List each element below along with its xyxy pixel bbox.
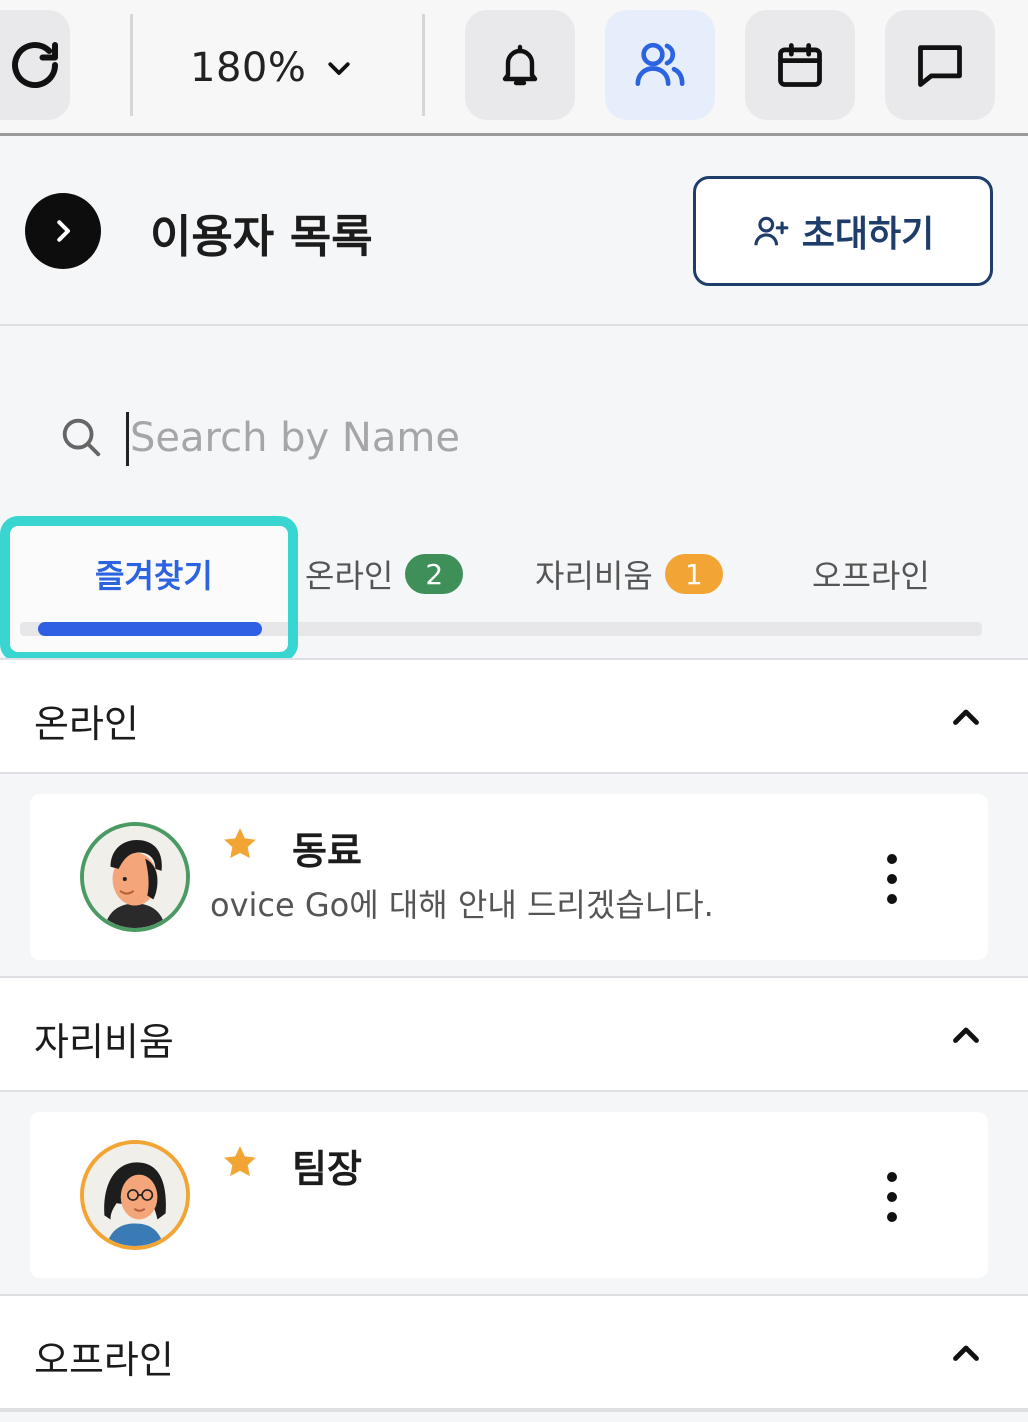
kebab-menu-icon [887,1172,897,1182]
tab-offline[interactable]: 오프라인 [812,546,930,602]
more-options-button[interactable] [880,854,904,904]
section-title: 온라인 [34,702,139,746]
calendar-button[interactable] [745,10,855,120]
toolbar-divider [130,14,133,116]
chat-button[interactable] [885,10,995,120]
kebab-menu-icon [887,854,897,864]
tab-label: 자리비움 [535,557,653,595]
bell-icon [502,44,538,86]
section-header-offline[interactable]: 오프라인 [0,1294,1028,1410]
refresh-button[interactable] [0,10,70,120]
panel-header: 이용자 목록 초대하기 [0,136,1028,326]
user-name: 동료 [292,829,362,873]
zoom-level: 180% [190,45,307,91]
refresh-icon [12,42,58,88]
favorite-star-icon[interactable] [220,1142,260,1182]
away-count-badge: 1 [664,554,723,594]
toolbar-divider [422,14,425,116]
users-button[interactable] [605,10,715,120]
online-user-list: 동료 ovice Go에 대해 안내 드리겠습니다. [0,774,1028,976]
chevron-right-icon [57,220,70,242]
chat-icon [918,45,962,87]
calendar-icon [778,43,822,87]
user-status-message: ovice Go에 대해 안내 드리겠습니다. [210,886,714,924]
add-user-icon [754,216,789,246]
search-icon [62,418,101,457]
search-bar [0,328,1028,508]
notifications-button[interactable] [465,10,575,120]
text-caret [126,412,129,466]
tab-label: 오프라인 [812,557,930,595]
favorite-star-icon[interactable] [220,824,260,864]
zoom-dropdown[interactable]: 180% [190,38,354,98]
page-title: 이용자 목록 [150,210,373,263]
female-avatar-illustration [84,1144,186,1246]
chevron-down-icon [328,62,350,75]
away-user-list: 팀장 [0,1092,1028,1294]
user-card[interactable]: 동료 ovice Go에 대해 안내 드리겠습니다. [30,794,988,960]
chevron-up-icon[interactable] [948,1018,984,1054]
invite-button-label: 초대하기 [801,214,935,255]
section-title: 자리비움 [34,1020,174,1064]
section-header-away[interactable]: 자리비움 [0,976,1028,1092]
chevron-up-icon[interactable] [948,1336,984,1372]
online-count-badge: 2 [405,554,464,594]
tab-away[interactable]: 자리비움 1 [535,546,723,602]
tab-highlight-box [0,516,298,662]
search-input[interactable] [130,406,970,470]
section-title: 오프라인 [34,1338,174,1382]
collapse-panel-button[interactable] [25,193,101,269]
users-icon [635,42,685,86]
chevron-up-icon[interactable] [948,700,984,736]
user-name: 팀장 [292,1147,362,1191]
top-toolbar: 180% [0,0,1028,136]
avatar [80,822,190,932]
tab-label: 온라인 [305,557,394,595]
list-bottom [0,1410,1028,1422]
male-avatar-illustration [84,826,186,928]
avatar [80,1140,190,1250]
tab-online[interactable]: 온라인 2 [305,546,464,602]
invite-button[interactable]: 초대하기 [693,176,993,286]
more-options-button[interactable] [880,1172,904,1222]
section-header-online[interactable]: 온라인 [0,658,1028,774]
user-card[interactable]: 팀장 [30,1112,988,1278]
